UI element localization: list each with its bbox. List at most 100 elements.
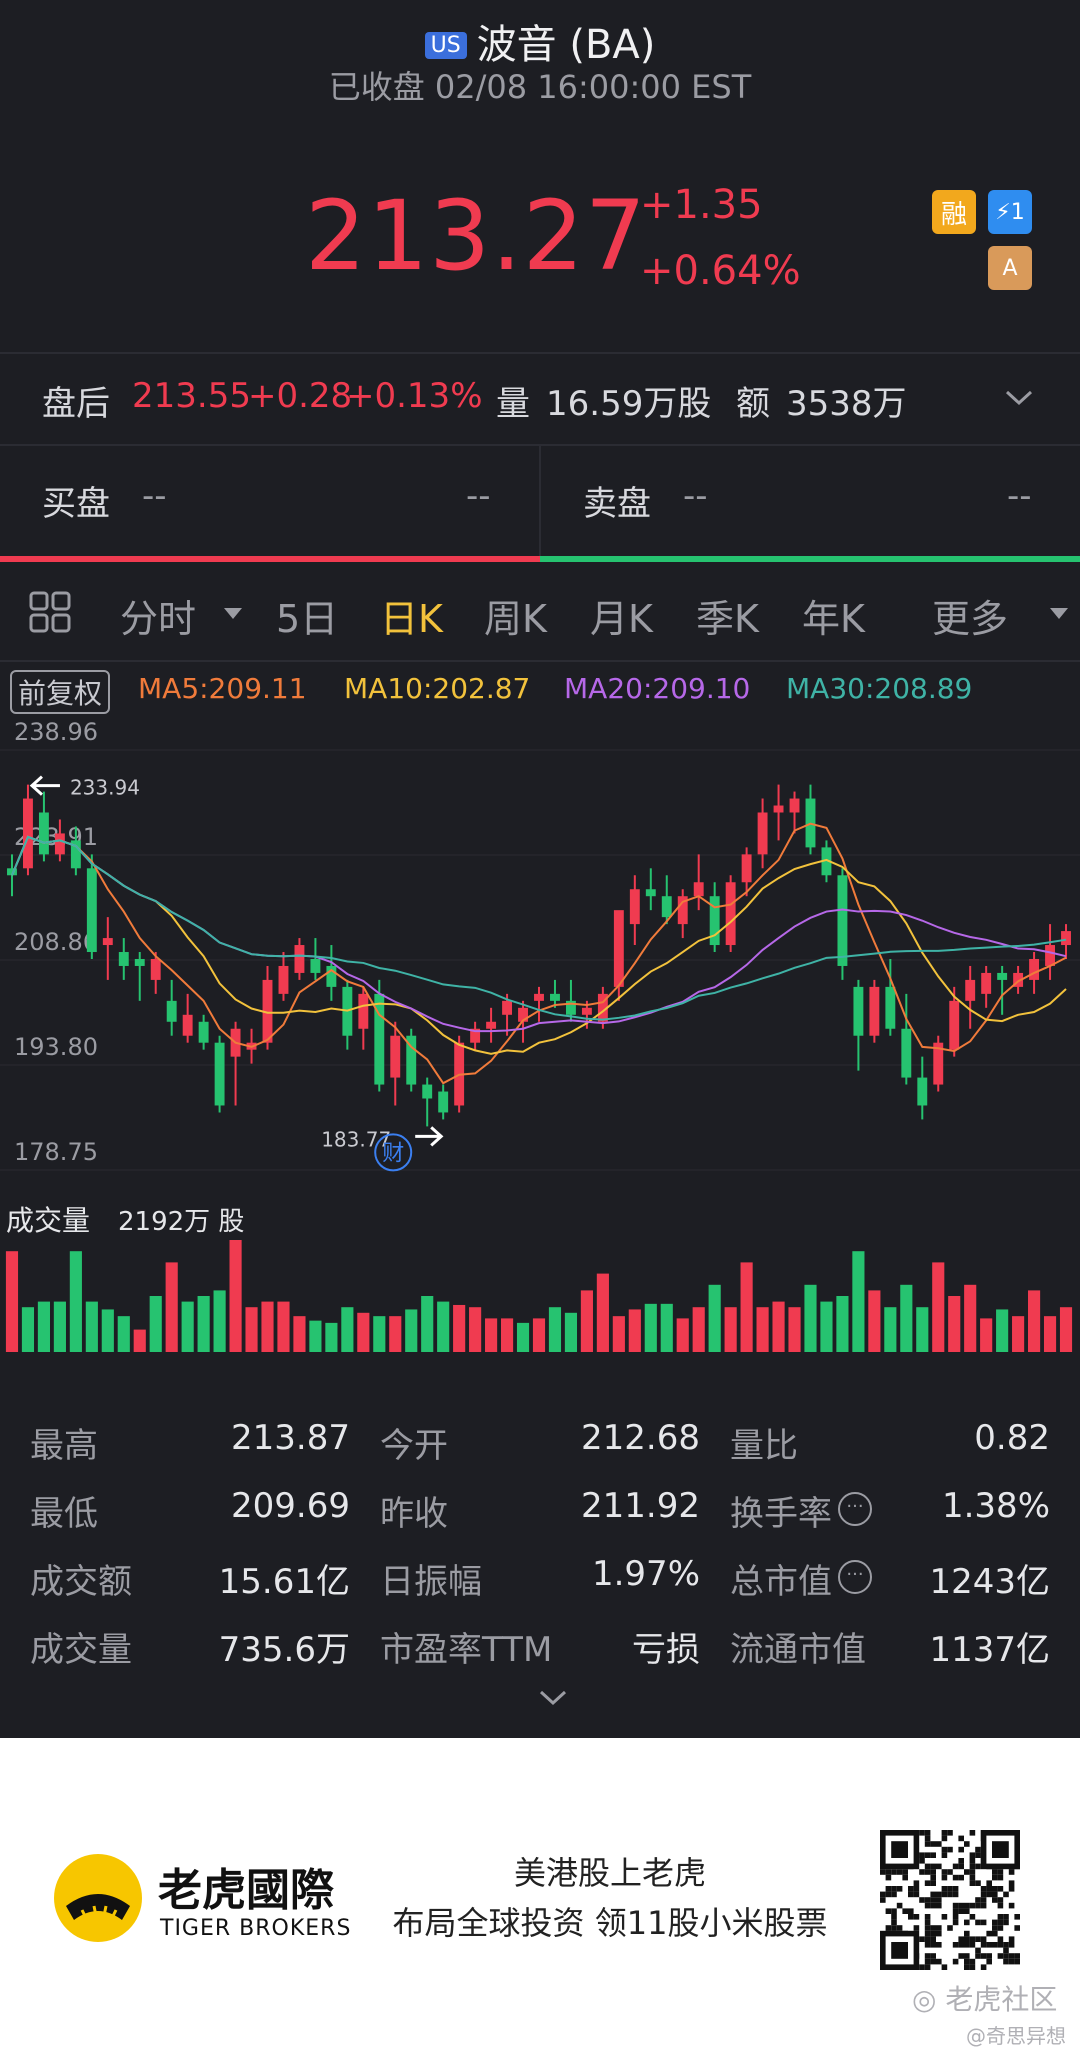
qr-module	[975, 1936, 981, 1942]
account-badge-icon[interactable]: A	[988, 246, 1032, 290]
qr-module	[891, 1908, 897, 1914]
qr-module	[947, 1846, 953, 1853]
community-watermark: ◎ 老虎社区	[912, 1983, 1058, 2016]
qr-module	[930, 1930, 936, 1937]
volume-bar	[868, 1290, 881, 1352]
volume-bar	[309, 1320, 322, 1352]
stat-label: 换手率	[730, 1494, 832, 1534]
caret-down-icon[interactable]	[1050, 608, 1068, 620]
earnings-marker-label: 财	[382, 1141, 404, 1166]
tab-more[interactable]: 更多	[932, 588, 1008, 643]
stat-label: 总市值	[730, 1562, 832, 1602]
qr-module	[986, 1942, 992, 1948]
qr-module	[908, 1886, 914, 1892]
qr-module	[969, 1880, 976, 1886]
qr-module	[986, 1953, 992, 1959]
qr-module	[891, 1942, 908, 1959]
caret-down-icon[interactable]	[224, 608, 242, 620]
qr-module	[980, 1953, 987, 1959]
qr-module	[986, 1886, 992, 1892]
ask-panel: 卖盘 -- --	[541, 446, 1080, 556]
volume-bar	[1012, 1316, 1025, 1352]
qr-module	[930, 1953, 936, 1959]
qr-module	[924, 1942, 931, 1948]
tab-weekly-k[interactable]: 周K	[484, 588, 547, 643]
qr-module	[997, 1919, 1004, 1926]
candle-body	[54, 833, 65, 855]
candle-body	[390, 1035, 401, 1078]
qr-module	[924, 1958, 931, 1965]
qr-module	[930, 1841, 936, 1847]
kline-chart[interactable]: 238.96223.91208.86193.80178.75233.94183.…	[0, 710, 1080, 1360]
qr-module	[952, 1902, 959, 1909]
volume-bar	[245, 1307, 258, 1352]
adjust-toggle[interactable]: 前复权	[10, 670, 111, 714]
qr-module	[975, 1947, 981, 1954]
tab-monthly-k[interactable]: 月K	[590, 588, 653, 643]
tab-5day[interactable]: 5日	[276, 588, 338, 643]
qr-module	[908, 1914, 914, 1920]
candle-body	[917, 1077, 928, 1106]
qr-module	[964, 1958, 970, 1965]
expand-chevron-icon[interactable]	[538, 1688, 568, 1708]
tab-yearly-k[interactable]: 年K	[802, 588, 865, 643]
margin-badge-icon[interactable]: 融	[932, 190, 976, 234]
author-watermark: @奇思异想	[966, 2024, 1066, 2048]
candle-body	[741, 854, 752, 883]
market-status: 已收盘 02/08 16:00:00 EST	[328, 68, 752, 106]
candle-body	[613, 910, 624, 987]
qr-module	[1008, 1958, 1015, 1965]
qr-module	[986, 1958, 992, 1965]
qr-module	[908, 1891, 914, 1898]
after-hours-row[interactable]: 盘后 213.55 +0.28 +0.13% 量 16.59万股 额 3538万	[0, 354, 1080, 444]
qr-module	[1008, 1902, 1015, 1909]
qr-module	[913, 1880, 920, 1886]
qr-module	[969, 1863, 976, 1870]
qr-module	[941, 1830, 948, 1836]
bid-size: --	[466, 476, 491, 516]
amount-label: 额	[736, 384, 770, 424]
qr-module	[930, 1902, 936, 1909]
qr-module	[885, 1869, 892, 1875]
volume-bar	[644, 1303, 657, 1352]
qr-module	[941, 1964, 948, 1970]
qr-module	[958, 1863, 964, 1870]
qr-module	[930, 1925, 936, 1931]
tab-daily-k[interactable]: 日K	[380, 588, 443, 643]
qr-module	[891, 1886, 897, 1892]
volume-bar	[660, 1303, 673, 1352]
qr-module	[924, 1841, 931, 1847]
qr-module	[975, 1880, 981, 1886]
candle-body	[550, 993, 560, 1001]
volume-bar	[612, 1316, 625, 1352]
volume-bar	[133, 1329, 146, 1352]
grid-menu-icon[interactable]	[28, 590, 72, 634]
qr-module	[964, 1908, 970, 1914]
qr-code[interactable]	[880, 1830, 1020, 1970]
qr-module	[997, 1914, 1004, 1920]
qr-module	[902, 1869, 908, 1875]
qr-module	[1008, 1942, 1015, 1948]
price-change-pct: +0.64%	[640, 248, 801, 294]
qr-module	[997, 1942, 1004, 1948]
flash-badge-icon[interactable]: ⚡1	[988, 190, 1032, 234]
stat-label: 最高	[30, 1426, 98, 1466]
ask-size: --	[1007, 476, 1032, 516]
qr-module	[913, 1891, 920, 1898]
qr-module	[936, 1942, 942, 1948]
tab-quarterly-k[interactable]: 季K	[696, 588, 759, 643]
qr-module	[947, 1891, 953, 1898]
stat-label: 成交额	[30, 1562, 132, 1602]
qr-module	[880, 1891, 886, 1898]
candle-body	[661, 896, 672, 918]
qr-module	[941, 1852, 948, 1858]
chevron-down-icon[interactable]	[1004, 388, 1034, 408]
volume-bar	[101, 1309, 114, 1352]
qr-module	[947, 1830, 953, 1836]
volume-bar	[500, 1318, 514, 1352]
stat-value: 735.6万	[218, 1630, 350, 1670]
volume-bar	[900, 1284, 913, 1352]
volume-bar	[357, 1312, 370, 1352]
tab-intraday[interactable]: 分时	[120, 588, 196, 643]
qr-module	[969, 1830, 976, 1836]
